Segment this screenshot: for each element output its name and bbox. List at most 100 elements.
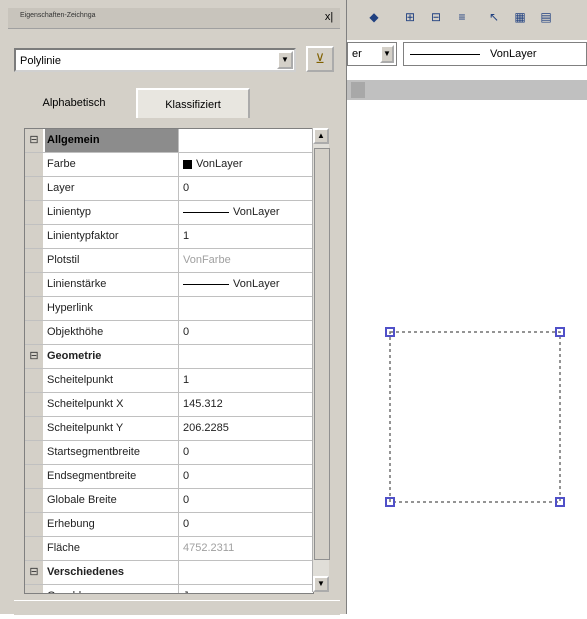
property-row[interactable]: Erhebung 0 xyxy=(25,513,313,537)
property-value[interactable]: 0 xyxy=(181,465,313,488)
panel-title: Eigenschaften-Zeichnga xyxy=(20,12,96,19)
linetype-preview-icon xyxy=(410,54,480,55)
panel-titlebar[interactable]: Eigenschaften-Zeichnga x| xyxy=(8,8,340,29)
linetype-line-icon xyxy=(183,211,229,213)
lineweight-line-icon xyxy=(183,283,229,285)
strip-handle[interactable] xyxy=(351,82,365,98)
row-gutter xyxy=(25,225,43,248)
toolbar: ◆ ⊞ ⊟ ≡ ↖ ▦ ▤ xyxy=(347,0,587,40)
property-name: Linientyp xyxy=(45,201,179,224)
category-row-geometrie[interactable]: ⊟ Geometrie xyxy=(25,345,313,369)
grip-handle[interactable] xyxy=(385,497,395,507)
property-name: Geometrie xyxy=(45,345,179,368)
property-value[interactable]: 1 xyxy=(181,225,313,248)
property-row[interactable]: Endsegmentbreite 0 xyxy=(25,465,313,489)
properties-panel: Eigenschaften-Zeichnga x| Polylinie ▼ ⊻ … xyxy=(0,0,347,615)
close-button[interactable]: x| xyxy=(322,10,336,24)
property-value[interactable]: 0 xyxy=(181,441,313,464)
property-row[interactable]: Farbe VonLayer xyxy=(25,153,313,177)
category-row-allgemein[interactable]: ⊟ Allgemein xyxy=(25,129,313,153)
property-name: Erhebung xyxy=(45,513,179,536)
grip-handle[interactable] xyxy=(555,327,565,337)
row-gutter xyxy=(25,441,43,464)
object-type-value: Polylinie xyxy=(20,55,61,67)
property-row[interactable]: Scheitelpunkt X 145.312 xyxy=(25,393,313,417)
match-properties-icon[interactable]: ⊞ xyxy=(401,8,419,26)
property-scrollbar[interactable]: ▲ ▼ xyxy=(312,128,330,592)
color-swatch-icon xyxy=(183,159,192,169)
property-row[interactable]: Linientypfaktor 1 xyxy=(25,225,313,249)
row-gutter xyxy=(25,465,43,488)
layer-states-icon[interactable]: ⊟ xyxy=(427,8,445,26)
row-gutter xyxy=(25,369,43,392)
property-row[interactable]: Linienstärke VonLayer xyxy=(25,273,313,297)
property-row[interactable]: Scheitelpunkt Y 206.2285 xyxy=(25,417,313,441)
scroll-up-icon[interactable]: ▲ xyxy=(313,128,329,144)
layer-icon[interactable]: ◆ xyxy=(365,8,383,26)
property-name: Scheitelpunkt Y xyxy=(45,417,179,440)
linetype-select[interactable]: VonLayer xyxy=(403,42,587,66)
property-row[interactable]: Hyperlink xyxy=(25,297,313,321)
property-value[interactable]: VonLayer xyxy=(181,201,313,224)
row-gutter xyxy=(25,201,43,224)
property-value[interactable]: VonLayer xyxy=(181,153,313,176)
row-gutter xyxy=(25,393,43,416)
tab-alphabetisch[interactable]: Alphabetisch xyxy=(16,88,132,118)
property-row[interactable]: Layer 0 xyxy=(25,177,313,201)
property-value[interactable]: 0 xyxy=(181,177,313,200)
property-value: VonFarbe xyxy=(183,254,231,266)
selected-polyline[interactable] xyxy=(389,331,561,503)
property-name: Linienstärke xyxy=(45,273,179,296)
property-row[interactable]: Objekthöhe 0 xyxy=(25,321,313,345)
object-type-select[interactable]: Polylinie ▼ xyxy=(14,48,296,72)
quick-select-button[interactable]: ⊻ xyxy=(306,46,334,72)
property-value[interactable] xyxy=(181,297,313,320)
property-value[interactable]: VonLayer xyxy=(181,273,313,296)
property-value[interactable]: Ja xyxy=(181,585,313,593)
collapse-icon[interactable]: ⊟ xyxy=(25,129,43,152)
hatch-icon[interactable]: ▤ xyxy=(537,8,555,26)
row-gutter xyxy=(25,153,43,176)
category-row-verschiedenes[interactable]: ⊟ Verschiedenes xyxy=(25,561,313,585)
collapse-icon[interactable]: ⊟ xyxy=(25,561,43,584)
canvas-svg xyxy=(389,331,561,503)
row-gutter xyxy=(25,537,43,560)
drawing-canvas[interactable] xyxy=(347,100,587,614)
property-value xyxy=(181,561,313,584)
property-value[interactable]: 0 xyxy=(181,489,313,512)
row-gutter xyxy=(25,177,43,200)
value-text: VonLayer xyxy=(233,278,280,290)
property-row[interactable]: Startsegmentbreite 0 xyxy=(25,441,313,465)
property-value xyxy=(181,129,313,152)
scroll-down-icon[interactable]: ▼ xyxy=(313,576,329,592)
property-row[interactable]: Scheitelpunkt 1 xyxy=(25,369,313,393)
property-row[interactable]: Geschlossen Ja xyxy=(25,585,313,593)
property-row[interactable]: Fläche 4752.2311 xyxy=(25,537,313,561)
property-row[interactable]: Plotstil VonFarbe xyxy=(25,249,313,273)
scroll-thumb[interactable] xyxy=(314,148,330,560)
tab-klassifiziert[interactable]: Klassifiziert xyxy=(136,88,250,118)
property-value[interactable]: 0 xyxy=(181,321,313,344)
grip-handle[interactable] xyxy=(385,327,395,337)
property-value[interactable]: 145.312 xyxy=(181,393,313,416)
property-row[interactable]: Globale Breite 0 xyxy=(25,489,313,513)
layer-previous-icon[interactable]: ≡ xyxy=(453,8,471,26)
property-value[interactable]: 0 xyxy=(181,513,313,536)
table-icon[interactable]: ▦ xyxy=(511,8,529,26)
layer-select[interactable]: er ▼ xyxy=(347,42,397,66)
property-row[interactable]: Linientyp VonLayer xyxy=(25,201,313,225)
property-name: Hyperlink xyxy=(45,297,179,320)
collapse-icon[interactable]: ⊟ xyxy=(25,345,43,368)
grip-handle[interactable] xyxy=(555,497,565,507)
row-gutter xyxy=(25,585,43,593)
dropdown-arrow-icon[interactable]: ▼ xyxy=(277,51,293,69)
dropdown-arrow-icon[interactable]: ▼ xyxy=(380,45,394,63)
property-value[interactable]: 1 xyxy=(181,369,313,392)
property-value[interactable]: 206.2285 xyxy=(181,417,313,440)
property-name: Geschlossen xyxy=(45,585,179,593)
row-gutter xyxy=(25,297,43,320)
property-value: 4752.2311 xyxy=(183,542,235,554)
row-gutter xyxy=(25,321,43,344)
row-gutter xyxy=(25,513,43,536)
pointer-icon[interactable]: ↖ xyxy=(485,8,503,26)
